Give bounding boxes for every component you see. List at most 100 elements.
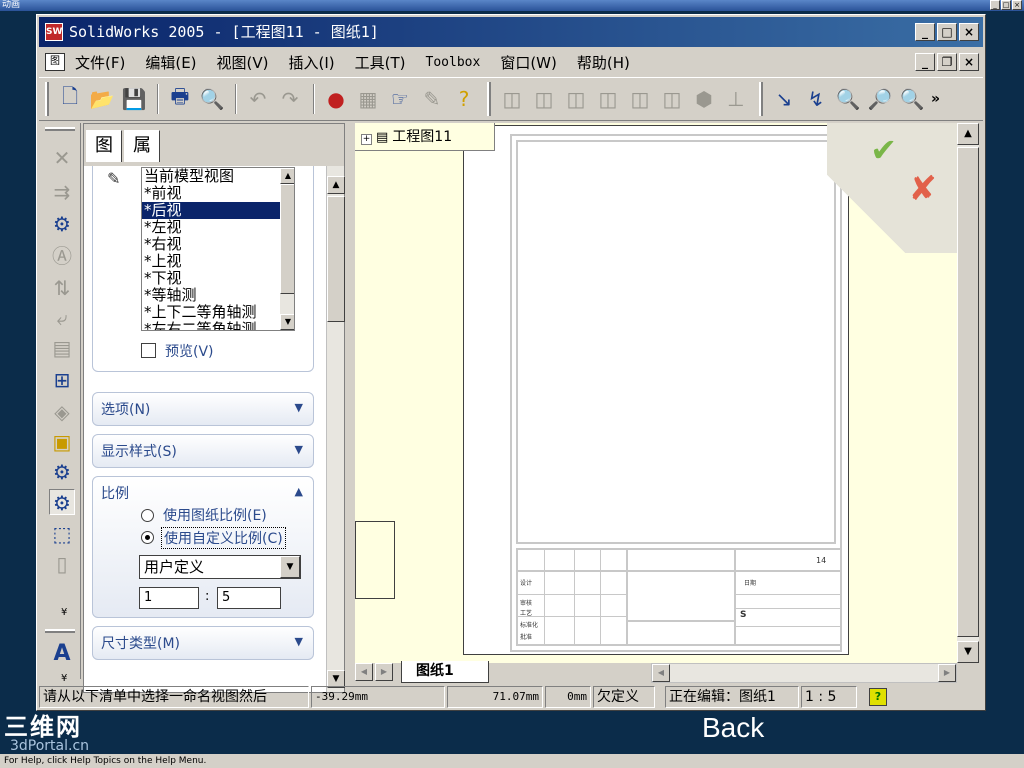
scale-numerator-input[interactable]: 1: [139, 587, 199, 609]
dimension-type-group[interactable]: 尺寸类型(M) ▼: [92, 626, 314, 660]
use-sheet-scale-radio[interactable]: [141, 509, 154, 522]
next-sheet-icon[interactable]: ▶: [375, 663, 393, 681]
menu-help[interactable]: 帮助(H): [577, 52, 630, 73]
menu-toolbox[interactable]: Toolbox: [426, 55, 481, 70]
scale-denominator-input[interactable]: 5: [217, 587, 281, 609]
view-placement-box[interactable]: [355, 521, 395, 599]
rotate-icon[interactable]: ↯: [801, 84, 831, 114]
list-item[interactable]: *左视: [142, 219, 294, 236]
list-item[interactable]: 当前模型视图: [142, 168, 294, 185]
toolbar-grip[interactable]: [45, 629, 75, 633]
drawing-horizontal-scrollbar[interactable]: ◀ ▶: [651, 663, 957, 683]
app-maximize-button[interactable]: □: [937, 23, 957, 41]
tab-config-manager[interactable]: 属: [124, 130, 160, 162]
note-icon[interactable]: Ⓐ: [49, 243, 75, 269]
pm-scrollbar[interactable]: ▲ ▼: [326, 166, 345, 692]
list-item[interactable]: *等轴测: [142, 287, 294, 304]
model-view-icon[interactable]: ⚙: [49, 489, 75, 515]
ok-check-icon[interactable]: ✔: [870, 131, 897, 169]
options-group[interactable]: 选项(N) ▼: [92, 392, 314, 426]
menu-file[interactable]: 文件(F): [75, 52, 125, 73]
bottom-view-icon[interactable]: ◫: [657, 84, 687, 114]
list-item[interactable]: *右视: [142, 236, 294, 253]
display-style-group[interactable]: 显示样式(S) ▼: [92, 434, 314, 468]
toolbar-grip[interactable]: [45, 82, 49, 116]
scroll-thumb[interactable]: [957, 147, 979, 637]
doc-close-button[interactable]: ×: [959, 53, 979, 71]
rebuild-icon[interactable]: ●: [321, 84, 351, 114]
list-item[interactable]: *左右二等角轴测: [142, 321, 294, 331]
redo-icon[interactable]: ↷: [275, 84, 305, 114]
zoom-in-out-icon[interactable]: 🔍: [897, 84, 927, 114]
drawing-sheet[interactable]: 14 S 设计 审核 工艺 标准化 批准 日期: [463, 125, 849, 655]
use-custom-scale-radio[interactable]: [141, 531, 154, 544]
scroll-left-icon[interactable]: ◀: [652, 664, 670, 682]
section-view-icon[interactable]: ⚙: [49, 459, 75, 485]
menu-tools[interactable]: 工具(T): [355, 52, 406, 73]
drawing-vertical-scrollbar[interactable]: ▲ ▼: [957, 123, 979, 663]
top-view-icon[interactable]: ◫: [625, 84, 655, 114]
list-scrollbar[interactable]: ▲ ▼: [280, 168, 294, 330]
help-icon[interactable]: ?: [449, 84, 479, 114]
right-view-icon[interactable]: ◫: [593, 84, 623, 114]
expand-arrow-icon[interactable]: ▲: [295, 485, 303, 498]
select-icon[interactable]: ☞: [385, 84, 415, 114]
help-icon[interactable]: ?: [869, 688, 887, 706]
print-preview-icon[interactable]: 🔍: [197, 84, 227, 114]
app-minimize-button[interactable]: _: [915, 23, 935, 41]
toolbar-overflow-icon[interactable]: »: [931, 91, 940, 107]
left-view-icon[interactable]: ◫: [561, 84, 591, 114]
print-icon[interactable]: 🖶: [165, 84, 195, 114]
more-tools-chevron-icon[interactable]: ¥: [61, 607, 67, 618]
horizontal-dimension-icon[interactable]: ⇉: [49, 179, 75, 205]
hide-icon[interactable]: ✎: [417, 84, 447, 114]
more-annotations-chevron-icon[interactable]: ¥: [61, 673, 67, 684]
prev-sheet-icon[interactable]: ◀: [355, 663, 373, 681]
player-minimize-button[interactable]: _: [990, 0, 1000, 10]
iso-view-icon[interactable]: ⬢: [689, 84, 719, 114]
list-item[interactable]: *上下二等角轴测: [142, 304, 294, 321]
cancel-x-icon[interactable]: ✘: [909, 169, 938, 209]
back-view-icon[interactable]: ◫: [529, 84, 559, 114]
surface-finish-icon[interactable]: ⤶: [49, 305, 75, 331]
scroll-thumb[interactable]: [327, 196, 345, 322]
menu-window[interactable]: 窗口(W): [500, 52, 557, 73]
scroll-up-icon[interactable]: ▲: [327, 176, 345, 194]
model-items-icon[interactable]: ⚙: [49, 211, 75, 237]
scroll-down-icon[interactable]: ▼: [957, 641, 979, 663]
pan-icon[interactable]: ↘: [769, 84, 799, 114]
doc-restore-button[interactable]: ❐: [937, 53, 957, 71]
list-item[interactable]: *上视: [142, 253, 294, 270]
document-icon[interactable]: 图: [45, 53, 65, 71]
scroll-right-icon[interactable]: ▶: [938, 664, 956, 682]
feature-tree-node[interactable]: + ▤ 工程图11: [355, 123, 495, 151]
doc-minimize-button[interactable]: _: [915, 53, 935, 71]
preview-checkbox[interactable]: [141, 343, 156, 358]
menu-view[interactable]: 视图(V): [217, 52, 269, 73]
toolbar-grip[interactable]: [45, 127, 75, 131]
normal-to-icon[interactable]: ⊥: [721, 84, 751, 114]
toolbar-grip[interactable]: [487, 82, 491, 116]
named-view-icon[interactable]: ▣: [49, 429, 75, 455]
drawing-canvas[interactable]: + ▤ 工程图11 14 S 设计 审核 工艺 标准化 批准 日期 ✔ ✘: [355, 123, 957, 663]
named-view-list[interactable]: 当前模型视图 *前视 *后视 *左视 *右视 *上视 *下视 *等轴测 *上下二…: [141, 167, 295, 331]
options-icon[interactable]: ▦: [353, 84, 383, 114]
open-icon[interactable]: 📂: [87, 84, 117, 114]
chevron-down-icon[interactable]: ▼: [280, 556, 300, 578]
toolbar-grip[interactable]: [759, 82, 763, 116]
projected-view-icon[interactable]: ◈: [49, 399, 75, 425]
tab-property-manager[interactable]: 图: [86, 130, 122, 162]
list-item[interactable]: *前视: [142, 185, 294, 202]
scroll-down-icon[interactable]: ▼: [280, 314, 294, 330]
scroll-up-icon[interactable]: ▲: [957, 123, 979, 145]
scroll-up-icon[interactable]: ▲: [280, 168, 294, 184]
save-icon[interactable]: 💾: [119, 84, 149, 114]
app-close-button[interactable]: ×: [959, 23, 979, 41]
expand-icon[interactable]: +: [361, 134, 372, 145]
crop-view-icon[interactable]: ▯: [49, 551, 75, 577]
undo-icon[interactable]: ↶: [243, 84, 273, 114]
balloon-icon[interactable]: ⇅: [49, 275, 75, 301]
standard-3-view-icon[interactable]: ⊞: [49, 367, 75, 393]
scroll-thumb[interactable]: [280, 184, 294, 294]
detail-view-icon[interactable]: ⬚: [49, 521, 75, 547]
